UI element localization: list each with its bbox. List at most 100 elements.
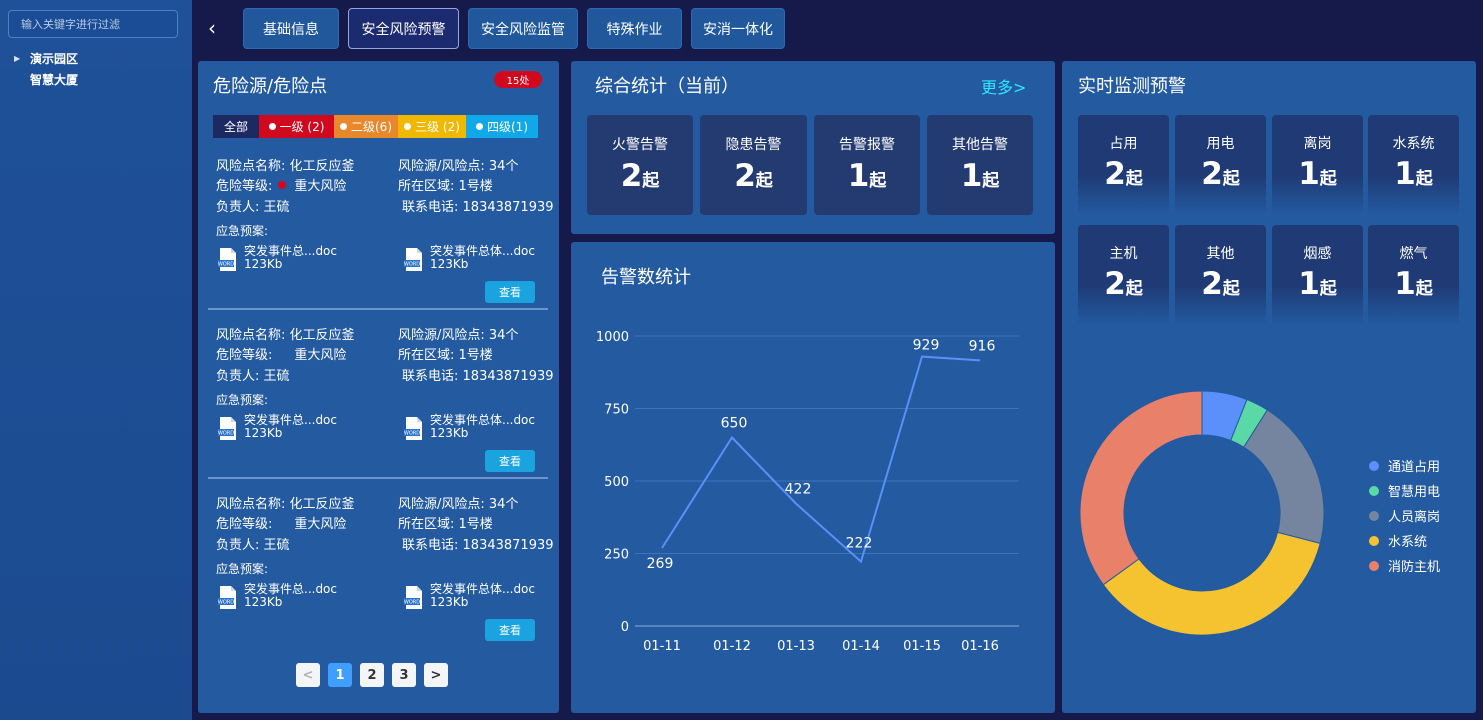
donut-slice[interactable] (1102, 531, 1321, 636)
more-link[interactable]: 更多> (981, 74, 1026, 98)
dot-icon (404, 123, 412, 130)
stat-alarm-report[interactable]: 告警报警 1起 (814, 115, 920, 215)
field-value: 1号楼 (458, 348, 493, 363)
tree-node-label: 智慧大厦 (30, 73, 79, 87)
stats-panel: 综合统计（当前） 更多> 火警告警 2起 隐患告警 2起 告警报警 1起 其他告… (571, 61, 1055, 234)
caret-right-icon[interactable]: ▶ (14, 54, 30, 63)
level-filter-4[interactable]: 四级(1) (466, 115, 538, 138)
risk-point-name: 风险点名称: 化工反应釜 (216, 493, 355, 512)
page-button-3[interactable]: 3 (392, 663, 416, 687)
donut-slice[interactable] (1079, 390, 1203, 586)
field-label: 负责人: (216, 200, 260, 215)
plan-file[interactable]: WORD 突发事件总体...doc 123Kb (404, 245, 535, 272)
view-button[interactable]: 查看 (485, 281, 535, 303)
field-label: 联系电话: (402, 200, 459, 215)
sidebar: ▶ 演示园区 智慧大厦 (0, 0, 192, 720)
legend-item[interactable]: 通道占用 (1369, 453, 1440, 478)
file-size: 123Kb (430, 595, 469, 609)
view-button[interactable]: 查看 (485, 619, 535, 641)
legend-item[interactable]: 智慧用电 (1369, 478, 1440, 503)
risk-level: 危险等级: 重大风险 (216, 344, 346, 363)
field-value: 34个 (488, 497, 519, 512)
svg-text:WORD: WORD (404, 262, 420, 268)
stat-unit: 起 (755, 171, 773, 191)
legend-item[interactable]: 水系统 (1369, 528, 1440, 553)
stat-fire-alarm[interactable]: 火警告警 2起 (587, 115, 693, 215)
y-tick-label: 1000 (596, 330, 629, 345)
legend-item[interactable]: 消防主机 (1369, 553, 1440, 578)
tab-special-work[interactable]: 特殊作业 (587, 8, 682, 49)
tree-node-building[interactable]: 智慧大厦 (14, 69, 78, 90)
stat-unit: 起 (982, 171, 1000, 191)
plan-file[interactable]: WORD 突发事件总...doc 123Kb (218, 583, 337, 610)
stat-hazard-alarm[interactable]: 隐患告警 2起 (700, 115, 807, 215)
tree-node-park[interactable]: ▶ 演示园区 (14, 48, 78, 69)
park-tree: ▶ 演示园区 智慧大厦 (14, 48, 78, 90)
risk-source-count: 风险源/风险点: 34个 (398, 155, 518, 174)
field-label: 所在区域: (398, 179, 455, 194)
data-label: 269 (647, 556, 674, 572)
svg-text:WORD: WORD (404, 431, 420, 437)
risk-level: 危险等级: 重大风险 (216, 175, 346, 194)
panel-title: 综合统计（当前） (595, 76, 739, 97)
back-chevron-icon[interactable]: ‹ (200, 16, 224, 40)
prev-page-button[interactable]: < (296, 663, 320, 687)
donut-slice[interactable] (1243, 409, 1325, 544)
level-filter-all[interactable]: 全部 (213, 115, 259, 138)
x-tick-label: 01-13 (777, 639, 815, 654)
risk-area: 所在区域: 1号楼 (398, 513, 493, 532)
risk-card: 风险点名称: 化工反应釜 风险源/风险点: 34个 危险等级: 重大风险 所在区域: 1… (198, 314, 559, 484)
level-filter-3[interactable]: 三级 (2) (398, 115, 466, 138)
filter-input[interactable] (8, 10, 178, 38)
plan-file[interactable]: WORD 突发事件总体...doc 123Kb (404, 583, 535, 610)
page-button-1[interactable]: 1 (328, 663, 352, 687)
level-filter: 全部 一级 (2) 二级(6) 三级 (2) 四级(1) (213, 115, 538, 138)
x-tick-label: 01-15 (903, 639, 941, 654)
page-button-2[interactable]: 2 (360, 663, 384, 687)
field-label: 风险点名称: (216, 497, 286, 512)
file-size: 123Kb (244, 595, 283, 609)
legend-label: 智慧用电 (1388, 485, 1441, 500)
stat-label: 其他告警 (952, 137, 1008, 153)
field-value: 1号楼 (458, 179, 493, 194)
count-badge: 15处 (494, 71, 542, 88)
tab-security-fire[interactable]: 安消一体化 (691, 8, 785, 49)
tab-basic-info[interactable]: 基础信息 (243, 8, 339, 49)
level-filter-1[interactable]: 一级 (2) (259, 115, 334, 138)
tab-risk-supervision[interactable]: 安全风险监管 (468, 8, 578, 49)
plan-label: 应急预案: (216, 562, 269, 576)
dot-icon (476, 123, 483, 130)
series-line (661, 355, 981, 564)
risk-phone: 联系电话: 18343871939 (402, 534, 554, 553)
level-label: 四级(1) (487, 120, 528, 134)
stat-value: 1 (847, 158, 870, 194)
next-page-button[interactable]: > (424, 663, 448, 687)
file-size: 123Kb (244, 426, 283, 440)
plan-file[interactable]: WORD 突发事件总体...doc 123Kb (404, 414, 535, 441)
field-label: 联系电话: (402, 538, 459, 553)
field-label: 所在区域: (398, 517, 455, 532)
stat-value: 1 (960, 158, 983, 194)
stat-other-alarm[interactable]: 其他告警 1起 (927, 115, 1033, 215)
level-filter-2[interactable]: 二级(6) (334, 115, 398, 138)
pagination: < 1 2 3 > (296, 663, 456, 687)
legend-label: 水系统 (1388, 535, 1428, 550)
legend-dot-icon (1369, 460, 1379, 471)
risk-level: 危险等级: 重大风险 (216, 513, 346, 532)
data-label: 916 (969, 338, 996, 354)
card-divider (208, 308, 548, 310)
data-label: 929 (913, 338, 940, 354)
risk-card: 风险点名称: 化工反应釜 风险源/风险点: 34个 危险等级: 重大风险 所在区域: 1… (198, 483, 559, 653)
plan-file[interactable]: WORD 突发事件总...doc 123Kb (218, 245, 337, 272)
legend-label: 人员离岗 (1388, 510, 1441, 525)
level-label: 一级 (2) (279, 120, 325, 134)
word-file-icon: WORD (218, 247, 238, 272)
view-button[interactable]: 查看 (485, 450, 535, 472)
y-tick-label: 0 (621, 620, 629, 635)
legend-item[interactable]: 人员离岗 (1369, 503, 1440, 528)
plan-file[interactable]: WORD 突发事件总...doc 123Kb (218, 414, 337, 441)
tab-risk-warning[interactable]: 安全风险预警 (348, 8, 459, 49)
hazard-panel: 危险源/危险点 15处 全部 一级 (2) 二级(6) 三级 (2) 四级(1)… (198, 61, 559, 713)
field-value: 化工反应釜 (289, 497, 355, 512)
word-file-icon: WORD (404, 416, 424, 441)
